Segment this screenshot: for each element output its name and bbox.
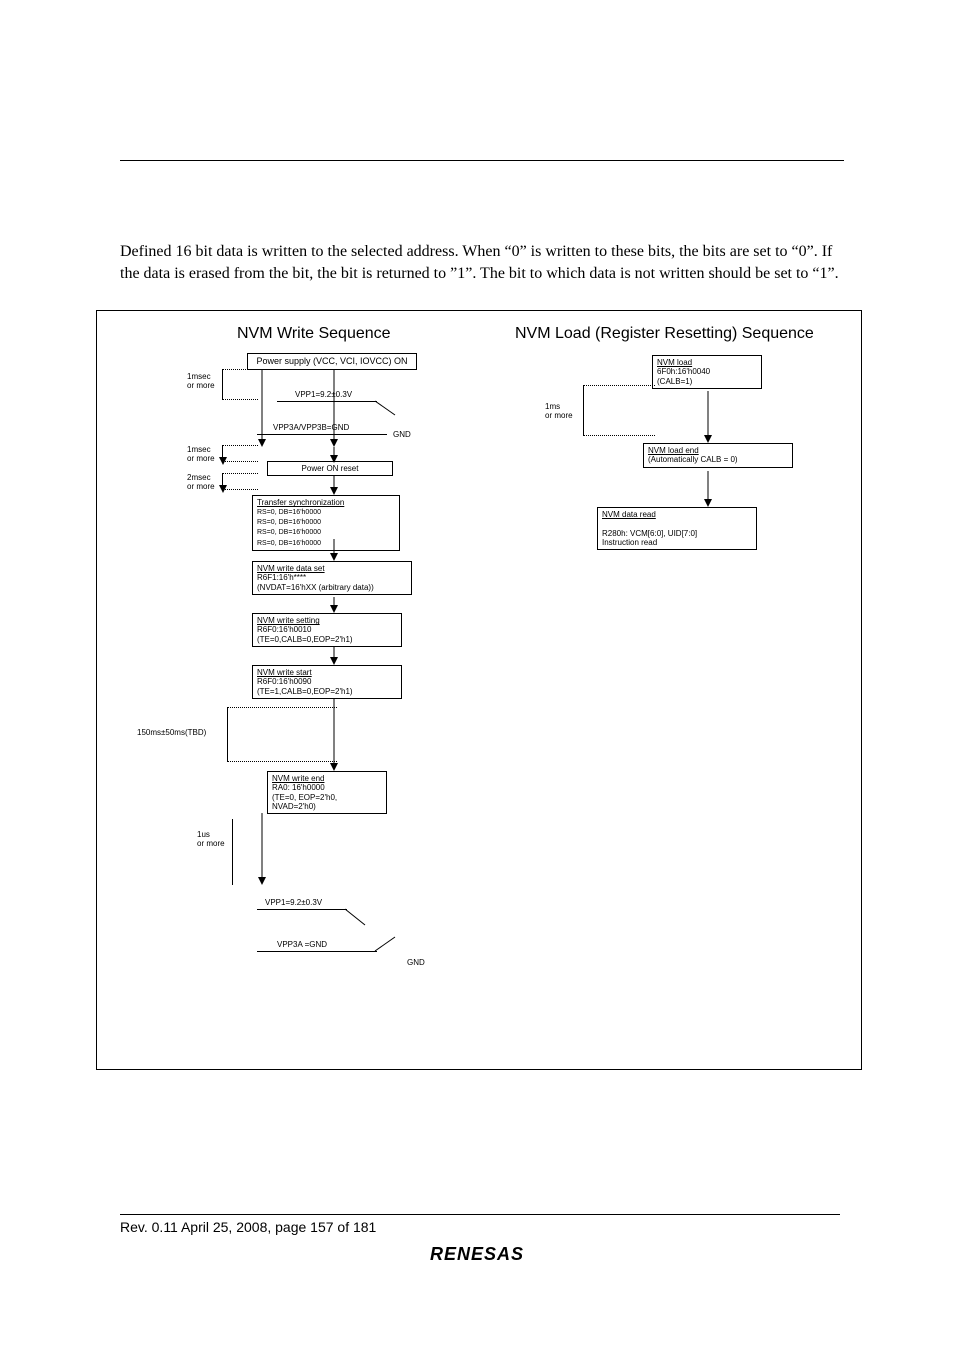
arrow-r1 — [703, 391, 713, 443]
title-nvm-load: NVM load — [657, 358, 692, 367]
wf-vpp1-line1 — [277, 401, 377, 402]
arrow-1b — [257, 369, 267, 447]
box-nvm-data-read: NVM data read R280h: VCM[6:0], UID[7:0] … — [597, 507, 757, 550]
body-transfer-sync: RS=0, DB=16'h0000 RS=0, DB=16'h0000 RS=0… — [257, 509, 321, 546]
body-write-setting: R6F0:16'h0010 (TE=0,CALB=0,EOP=2'h1) — [257, 625, 353, 643]
arrow-3 — [329, 539, 339, 561]
box-nvm-load: NVM load 6F0h:16'h0040 (CALB=1) — [652, 355, 762, 389]
arrow-1 — [329, 369, 339, 447]
box-write-setting: NVM write setting R6F0:16'h0010 (TE=0,CA… — [252, 613, 402, 647]
box-power-supply: Power supply (VCC, VCI, IOVCC) ON — [247, 353, 417, 369]
label-gnd-down: GND — [407, 959, 425, 968]
timing-2-db — [222, 461, 258, 462]
box-write-start: NVM write start R6F0:16'h0090 (TE=1,CALB… — [252, 665, 402, 699]
arrow-r2 — [703, 471, 713, 507]
timing-150-tick — [227, 707, 228, 761]
title-nvm-load-end: NVM load end — [648, 446, 699, 455]
timing-1us: 1us or more — [197, 831, 225, 849]
timing-150-dt — [227, 707, 337, 708]
arrow-2 — [329, 475, 339, 495]
footer-rule — [120, 1214, 840, 1215]
title-write-setting: NVM write setting — [257, 616, 320, 625]
timing-1us-tick — [232, 819, 233, 885]
body-write-end: RA0: 16'h0000 (TE=0, EOP=2'h0, NVAD=2'h0… — [272, 783, 337, 810]
renesas-logo: RENESAS — [430, 1244, 524, 1265]
arrow-5 — [329, 647, 339, 665]
body-write-data-set: R6F1:16'h**** (NVDAT=16'hXX (arbitrary d… — [257, 573, 374, 591]
timing-1msec-2: 1msec or more — [187, 446, 215, 464]
timing-r-tick — [583, 385, 584, 435]
timing-2msec: 2msec or more — [187, 474, 215, 492]
body-paragraph: Defined 16 bit data is written to the se… — [120, 241, 844, 284]
timing-1msec-1: 1msec or more — [187, 373, 215, 391]
timing-3-dt — [222, 473, 258, 474]
box-power-reset: Power ON reset — [267, 461, 393, 476]
left-title: NVM Write Sequence — [237, 325, 391, 343]
timing-2-arr — [219, 441, 227, 465]
timing-3-db — [222, 489, 258, 490]
timing-3-arr — [219, 469, 227, 493]
body-nvm-load-end: (Automatically CALB = 0) — [648, 455, 738, 464]
body-nvm-data-read: R280h: VCM[6:0], UID[7:0] Instruction re… — [602, 529, 697, 547]
timing-r-db — [583, 435, 655, 436]
box-nvm-load-end: NVM load end (Automatically CALB = 0) — [643, 443, 793, 467]
text-power-reset: Power ON reset — [302, 464, 359, 473]
footer: Rev. 0.11 April 25, 2008, page 157 of 18… — [120, 1214, 840, 1235]
label-vpp1-down: VPP1=9.2±0.3V — [265, 899, 322, 908]
label-vpp3a-down: VPP3A =GND — [277, 941, 327, 950]
timing-150ms: 150ms±50ms(TBD) — [137, 729, 206, 738]
timing-2-dt — [222, 445, 258, 446]
arrow-7 — [257, 813, 267, 885]
timing-150-db — [227, 761, 337, 762]
timing-right-1ms: 1ms or more — [545, 403, 573, 421]
label-vpp1-up: VPP1=9.2±0.3V — [295, 391, 352, 400]
arrow-6 — [329, 699, 339, 771]
wf-vpp1-dn — [257, 909, 347, 910]
diagram-frame: NVM Write Sequence NVM Load (Register Re… — [96, 310, 862, 1070]
body-nvm-load: 6F0h:16'h0040 (CALB=1) — [657, 367, 710, 385]
timing-1-tick — [222, 369, 223, 399]
timing-r-dt — [583, 385, 655, 386]
title-nvm-data-read: NVM data read — [602, 510, 656, 519]
wf-vpp3-line1 — [257, 434, 387, 435]
timing-1msec-1-text: 1msec or more — [187, 372, 215, 390]
title-write-start: NVM write start — [257, 668, 312, 677]
body-write-start: R6F0:16'h0090 (TE=1,CALB=0,EOP=2'h1) — [257, 677, 353, 695]
header-rule — [120, 160, 844, 161]
right-title: NVM Load (Register Resetting) Sequence — [515, 325, 814, 343]
title-write-data-set: NVM write data set — [257, 564, 325, 573]
wf-vpp3a-dn — [257, 951, 377, 952]
label-gnd-up: GND — [393, 431, 411, 440]
arrow-4 — [329, 597, 339, 613]
title-transfer-sync: Transfer synchronization — [257, 498, 344, 507]
timing-1-dot-bot — [222, 399, 258, 400]
box-transfer-sync: Transfer synchronization RS=0, DB=16'h00… — [252, 495, 400, 550]
box-write-data-set: NVM write data set R6F1:16'h**** (NVDAT=… — [252, 561, 412, 595]
text-power-supply: Power supply (VCC, VCI, IOVCC) ON — [256, 356, 407, 366]
title-write-end: NVM write end — [272, 774, 324, 783]
footer-text: Rev. 0.11 April 25, 2008, page 157 of 18… — [120, 1219, 840, 1235]
arrow-reset-in — [329, 447, 339, 463]
box-write-end: NVM write end RA0: 16'h0000 (TE=0, EOP=2… — [267, 771, 387, 814]
timing-1-dot-top — [222, 369, 258, 370]
